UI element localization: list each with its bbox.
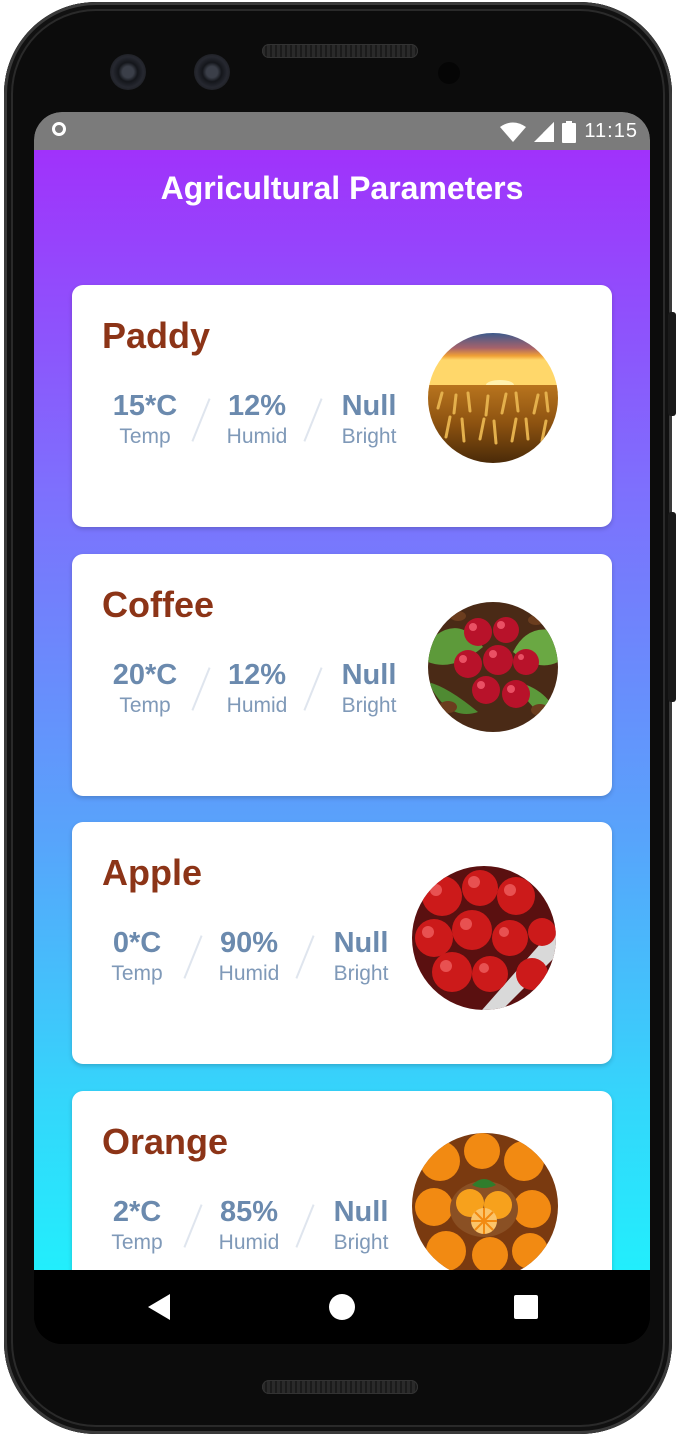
humid-param: 12% Humid bbox=[214, 658, 300, 720]
humid-value: 12% bbox=[227, 390, 287, 422]
front-camera-secondary bbox=[194, 54, 230, 90]
page-title: Agricultural Parameters bbox=[160, 170, 524, 206]
divider bbox=[292, 926, 318, 988]
crop-parameters: 2*C Temp 85% Humid Null Bright bbox=[94, 1195, 404, 1265]
bright-param: Null Bright bbox=[318, 1195, 404, 1257]
bright-label: Bright bbox=[333, 1231, 389, 1254]
temp-param: 2*C Temp bbox=[94, 1195, 180, 1257]
temp-value: 0*C bbox=[112, 927, 162, 959]
bright-param: Null Bright bbox=[318, 926, 404, 988]
status-time: 11:15 bbox=[584, 120, 638, 142]
bright-param: Null Bright bbox=[326, 389, 412, 451]
crop-parameters: 0*C Temp 90% Humid Null Bright bbox=[94, 926, 404, 996]
proximity-sensor bbox=[438, 62, 460, 84]
humid-param: 85% Humid bbox=[206, 1195, 292, 1257]
bright-label: Bright bbox=[341, 425, 397, 448]
humid-label: Humid bbox=[226, 694, 288, 717]
circle-notification-icon bbox=[52, 122, 66, 136]
wheat-field-photo bbox=[428, 333, 558, 463]
bright-value: Null bbox=[333, 927, 389, 959]
temp-value: 15*C bbox=[112, 390, 178, 422]
divider bbox=[188, 389, 214, 451]
crop-name: Paddy bbox=[102, 315, 211, 356]
bright-label: Bright bbox=[333, 962, 389, 985]
humid-param: 12% Humid bbox=[214, 389, 300, 451]
crop-parameters: 15*C Temp 12% Humid Null Bright bbox=[102, 389, 412, 459]
temp-value: 2*C bbox=[112, 1196, 162, 1228]
temp-label: Temp bbox=[111, 1231, 163, 1254]
crop-name: Orange bbox=[102, 1121, 229, 1162]
crop-card-apple[interactable]: Apple 0*C Temp 90% Humid Null Bright bbox=[72, 822, 612, 1064]
phone-frame: 11:15 Agricultural Parameters Paddy 15*C… bbox=[4, 2, 676, 1434]
bright-label: Bright bbox=[341, 694, 397, 717]
front-camera bbox=[110, 54, 146, 90]
coffee-beans-photo bbox=[428, 602, 558, 732]
top-speaker bbox=[262, 44, 418, 58]
bottom-speaker bbox=[262, 1380, 418, 1394]
signal-icon bbox=[534, 121, 555, 142]
humid-value: 90% bbox=[219, 927, 279, 959]
back-icon[interactable] bbox=[148, 1294, 170, 1320]
temp-label: Temp bbox=[111, 962, 163, 985]
volume-button bbox=[668, 512, 676, 702]
humid-label: Humid bbox=[218, 1231, 280, 1254]
divider bbox=[300, 389, 326, 451]
humid-value: 85% bbox=[219, 1196, 279, 1228]
humid-label: Humid bbox=[226, 425, 288, 448]
divider bbox=[180, 926, 206, 988]
app-content[interactable]: Agricultural Parameters Paddy 15*C Temp … bbox=[34, 150, 650, 1270]
crop-parameters: 20*C Temp 12% Humid Null Bright bbox=[102, 658, 412, 728]
screen: 11:15 Agricultural Parameters Paddy 15*C… bbox=[34, 112, 650, 1344]
battery-icon bbox=[562, 120, 577, 143]
temp-param: 20*C Temp bbox=[102, 658, 188, 720]
divider bbox=[188, 658, 214, 720]
oranges-photo bbox=[412, 1133, 558, 1270]
humid-value: 12% bbox=[227, 659, 287, 691]
crop-card-coffee[interactable]: Coffee 20*C Temp 12% Humid Null Bright bbox=[72, 554, 612, 796]
crop-card-paddy[interactable]: Paddy 15*C Temp 12% Humid Null Bright bbox=[72, 285, 612, 527]
divider bbox=[300, 658, 326, 720]
crop-name: Coffee bbox=[102, 584, 215, 625]
bright-value: Null bbox=[341, 390, 397, 422]
status-bar: 11:15 bbox=[34, 112, 650, 150]
temp-param: 15*C Temp bbox=[102, 389, 188, 451]
recents-icon[interactable] bbox=[514, 1295, 538, 1319]
bright-value: Null bbox=[341, 659, 397, 691]
humid-param: 90% Humid bbox=[206, 926, 292, 988]
power-button bbox=[668, 312, 676, 416]
crop-name: Apple bbox=[102, 852, 203, 893]
humid-label: Humid bbox=[218, 962, 280, 985]
divider bbox=[180, 1195, 206, 1257]
temp-param: 0*C Temp bbox=[94, 926, 180, 988]
bright-value: Null bbox=[333, 1196, 389, 1228]
apples-photo bbox=[412, 866, 556, 1010]
temp-value: 20*C bbox=[112, 659, 178, 691]
temp-label: Temp bbox=[119, 694, 171, 717]
temp-label: Temp bbox=[119, 425, 171, 448]
home-icon[interactable] bbox=[329, 1294, 355, 1320]
wifi-icon bbox=[500, 122, 527, 142]
navigation-bar bbox=[34, 1270, 650, 1344]
divider bbox=[292, 1195, 318, 1257]
bright-param: Null Bright bbox=[326, 658, 412, 720]
crop-card-orange[interactable]: Orange 2*C Temp 85% Humid Null Bright bbox=[72, 1091, 612, 1270]
